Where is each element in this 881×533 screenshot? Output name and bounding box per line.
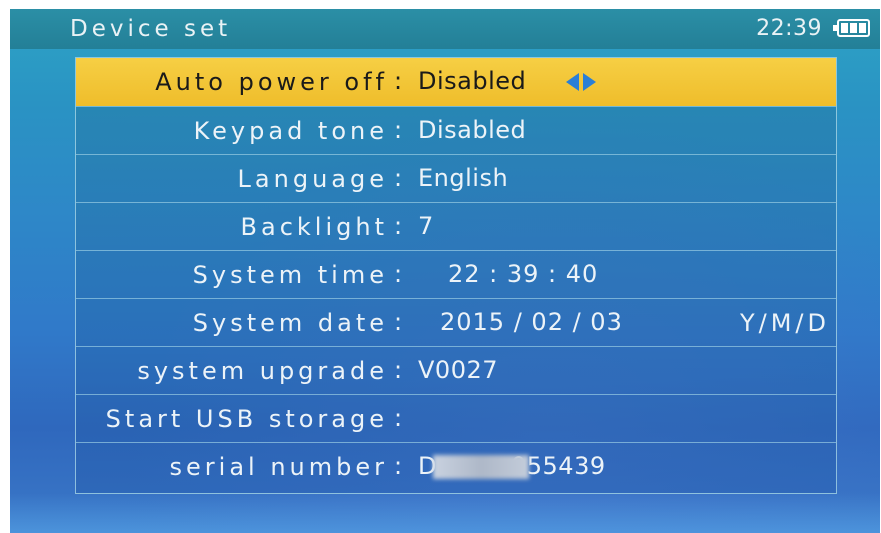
- separator: :: [394, 452, 403, 480]
- value-adjust-arrows[interactable]: [566, 73, 596, 91]
- setting-label: System time: [192, 261, 388, 289]
- setting-label: serial number: [169, 453, 388, 481]
- setting-label: Backlight: [240, 213, 388, 241]
- setting-label: Auto power off: [155, 68, 388, 96]
- setting-label: system upgrade: [137, 357, 388, 385]
- setting-value: Disabled: [418, 116, 527, 144]
- setting-value: V0027: [418, 356, 498, 384]
- title-bar: Device set 22:39: [10, 9, 880, 49]
- setting-system-date[interactable]: System date : 2015 / 02 / 03 Y/M/D: [76, 298, 836, 346]
- separator: :: [394, 212, 403, 240]
- setting-auto-power-off[interactable]: Auto power off : Disabled: [76, 58, 836, 106]
- setting-backlight[interactable]: Backlight : 7: [76, 202, 836, 250]
- setting-system-time[interactable]: System time : 22 : 39 : 40: [76, 250, 836, 298]
- setting-serial-number[interactable]: serial number : D 055439: [76, 442, 836, 490]
- arrow-left-icon[interactable]: [566, 73, 579, 91]
- setting-system-upgrade[interactable]: system upgrade : V0027: [76, 346, 836, 394]
- setting-label: Start USB storage: [105, 405, 388, 433]
- device-screen: Device set 22:39 Auto power off : Disabl…: [10, 9, 880, 533]
- separator: :: [394, 308, 403, 336]
- arrow-right-icon[interactable]: [583, 73, 596, 91]
- setting-label: Keypad tone: [193, 117, 388, 145]
- redacted-mask: [432, 455, 529, 479]
- date-format-label: Y/M/D: [739, 309, 830, 337]
- separator: :: [394, 260, 403, 288]
- battery-full-icon: [833, 19, 870, 37]
- separator: :: [394, 116, 403, 144]
- setting-value: 7: [418, 212, 434, 240]
- setting-value: 22 : 39 : 40: [448, 260, 599, 288]
- separator: :: [394, 67, 403, 95]
- separator: :: [394, 404, 403, 432]
- setting-keypad-tone[interactable]: Keypad tone : Disabled: [76, 106, 836, 154]
- settings-list: Auto power off : Disabled Keypad tone : …: [75, 57, 837, 494]
- setting-label: System date: [192, 309, 388, 337]
- setting-value: Disabled: [418, 67, 527, 95]
- setting-language[interactable]: Language : English: [76, 154, 836, 202]
- separator: :: [394, 356, 403, 384]
- page-title: Device set: [70, 16, 232, 42]
- setting-value: D 055439: [418, 452, 606, 480]
- clock: 22:39: [756, 16, 822, 41]
- setting-value: English: [418, 164, 509, 192]
- setting-start-usb-storage[interactable]: Start USB storage :: [76, 394, 836, 442]
- setting-value: 2015 / 02 / 03: [440, 308, 623, 336]
- separator: :: [394, 164, 403, 192]
- setting-label: Language: [237, 165, 388, 193]
